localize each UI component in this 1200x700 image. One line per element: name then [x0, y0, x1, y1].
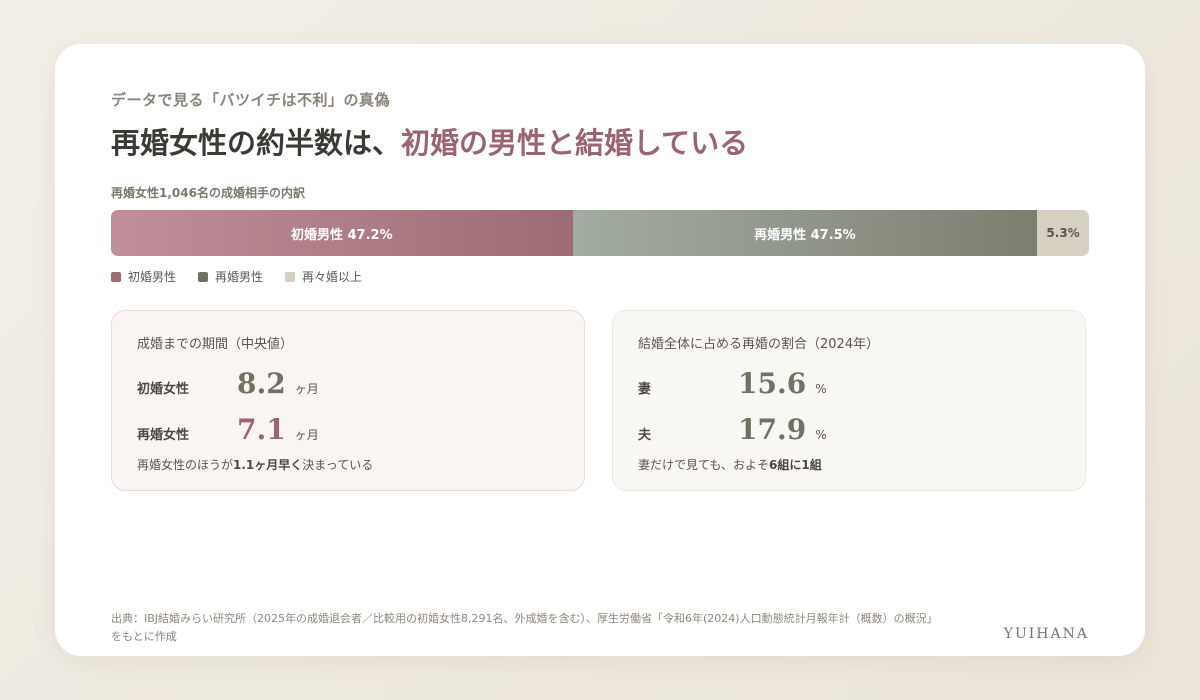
bar-segment-multiple-remarriage: 5.3% [1037, 210, 1089, 256]
legend-swatch [198, 271, 209, 282]
legend-item-multiple-remarriage: 再々婚以上 [285, 268, 362, 285]
legend-label: 再々婚以上 [302, 270, 363, 284]
legend-label: 再婚男性 [215, 270, 264, 284]
legend-label: 初婚男性 [128, 270, 177, 284]
note-text: 妻だけで見ても、およそ [638, 458, 770, 472]
stat-value: 17.9 [738, 413, 807, 446]
source-line: 出典：IBJ結婚みらい研究所（2025年の成婚退会者／比較用の初婚女性8,291… [111, 612, 938, 625]
bar-caption: 再婚女性1,046名の成婚相手の内訳 [111, 186, 305, 200]
stat-label: 再婚女性 [137, 428, 190, 443]
headline: 再婚女性の約半数は、初婚の男性と結婚している [111, 120, 748, 162]
stacked-bar: 初婚男性 47.2% 再婚男性 47.5% 5.3% [111, 210, 1089, 256]
box-title: 成婚までの期間（中央値） [137, 337, 294, 352]
legend-item-first-marriage: 初婚男性 [111, 268, 176, 285]
stat-row-first-marriage-women: 初婚女性 8.2 ヶ月 [137, 367, 319, 400]
stat-label: 妻 [638, 382, 652, 397]
stat-unit: ヶ月 [294, 428, 319, 442]
bar-segment-first-marriage: 初婚男性 47.2% [111, 210, 573, 256]
brand-logo: YUIHANA [1003, 626, 1089, 642]
stat-row-remarriage-women: 再婚女性 7.1 ヶ月 [137, 413, 319, 446]
stat-unit: ヶ月 [294, 382, 319, 396]
marriage-period-box: 成婚までの期間（中央値） 初婚女性 8.2 ヶ月 再婚女性 7.1 ヶ月 再婚女… [111, 310, 585, 491]
stat-label: 初婚女性 [137, 382, 190, 397]
source-citation: 出典：IBJ結婚みらい研究所（2025年の成婚退会者／比較用の初婚女性8,291… [111, 610, 991, 646]
headline-main: 再婚女性の約半数は、 [111, 126, 402, 160]
note-text: 決まっている [302, 458, 374, 472]
legend-swatch [285, 271, 296, 282]
legend-swatch [111, 271, 121, 282]
stat-row-wife: 妻 15.6 % [638, 367, 827, 400]
bar-segment-remarriage: 再婚男性 47.5% [572, 210, 1038, 256]
legend-item-remarriage: 再婚男性 [198, 268, 263, 285]
stat-unit: % [815, 428, 827, 442]
stat-value: 7.1 [237, 413, 286, 446]
note-emphasis: 6組に1組 [769, 458, 822, 472]
legend: 初婚男性 再婚男性 再々婚以上 [111, 268, 362, 285]
stat-value: 15.6 [738, 367, 807, 400]
box-note: 再婚女性のほうが1.1ヶ月早く決まっている [137, 456, 373, 473]
note-emphasis: 1.1ヶ月早く [233, 458, 303, 472]
headline-accent: 初婚の男性と結婚している [401, 126, 749, 160]
stat-unit: % [815, 382, 827, 396]
box-note: 妻だけで見ても、およそ6組に1組 [638, 456, 822, 473]
stat-value: 8.2 [237, 367, 286, 400]
box-title: 結婚全体に占める再婚の割合（2024年） [638, 337, 880, 352]
source-line: をもとに作成 [111, 630, 177, 643]
note-text: 再婚女性のほうが [137, 458, 234, 472]
stat-row-husband: 夫 17.9 % [638, 413, 827, 446]
remarriage-share-box: 結婚全体に占める再婚の割合（2024年） 妻 15.6 % 夫 17.9 % 妻… [612, 310, 1086, 491]
stat-label: 夫 [638, 428, 652, 443]
infographic-card: データで見る「バツイチは不利」の真偽 再婚女性の約半数は、初婚の男性と結婚してい… [55, 44, 1145, 656]
eyebrow: データで見る「バツイチは不利」の真偽 [111, 91, 391, 109]
